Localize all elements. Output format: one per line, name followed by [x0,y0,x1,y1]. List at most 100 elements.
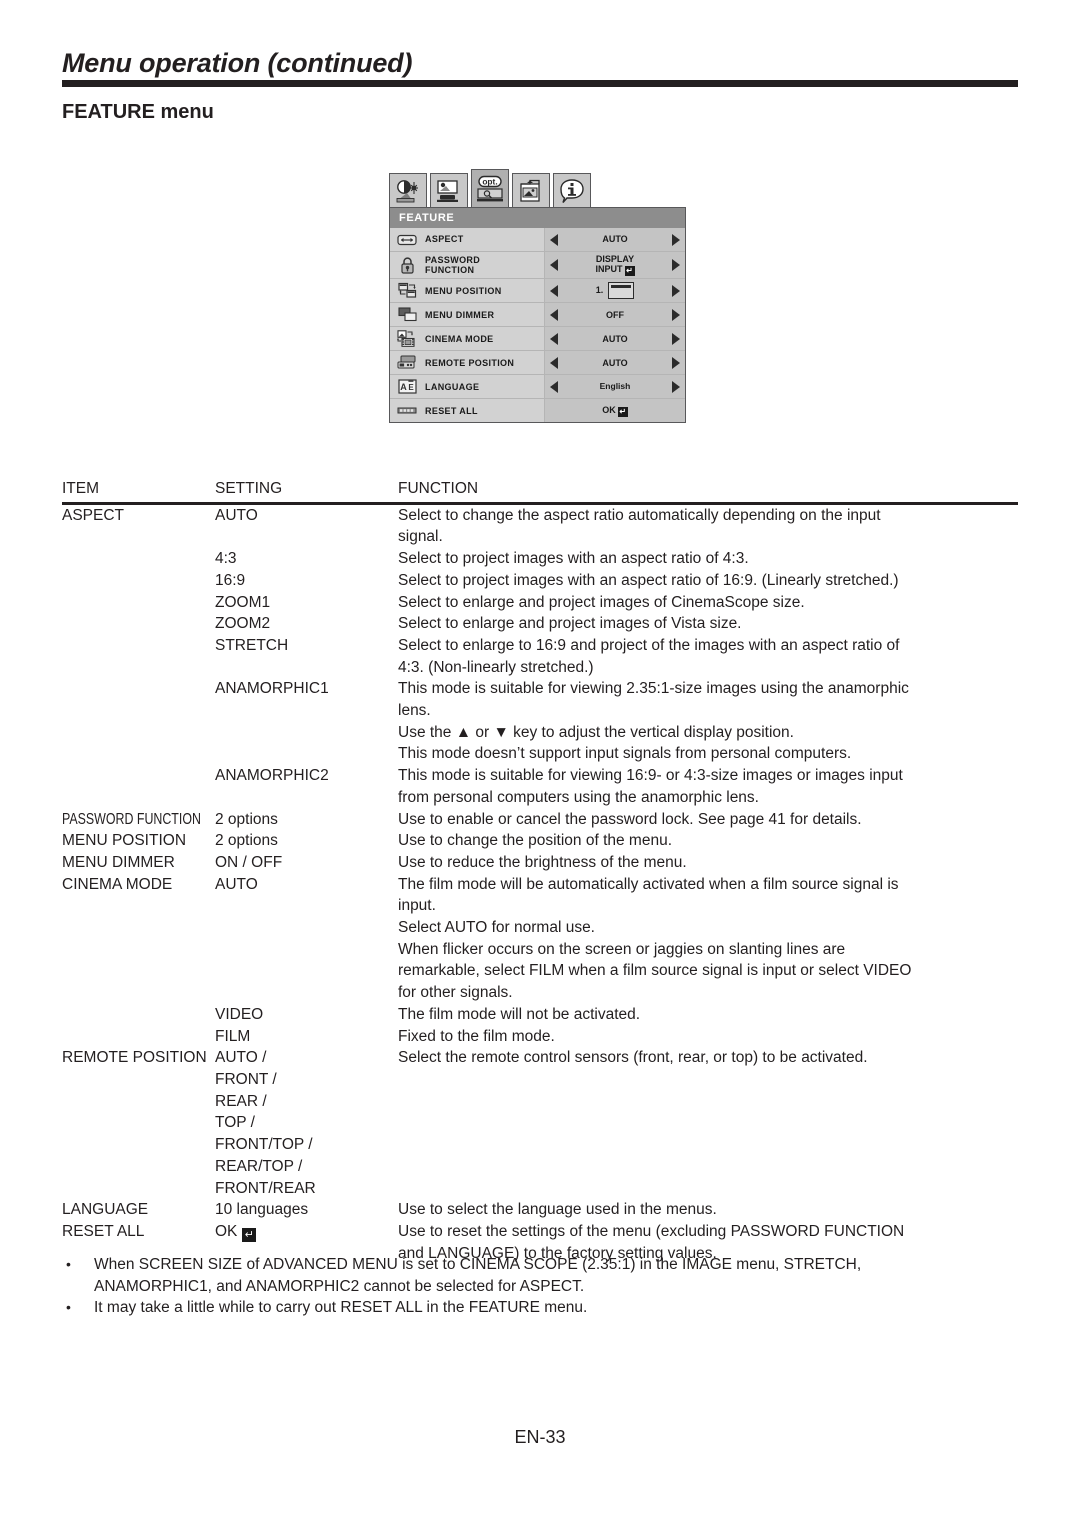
cell-item: PASSWORD FUNCTION [62,809,215,831]
svg-text:A: A [400,382,407,392]
right-arrow-icon[interactable] [672,308,680,321]
osd-row-left: REMOTE POSITION [390,351,544,375]
osd-row-left: ASPECT [390,228,544,251]
left-arrow-icon[interactable] [550,308,558,321]
osd-row-cinema-mode[interactable]: CINEMA MODE AUTO [390,326,685,351]
table-row: REMOTE POSITION AUTO / FRONT / REAR / TO… [62,1047,1018,1199]
cell-item [62,635,215,678]
section-title: FEATURE menu [62,101,214,123]
right-arrow-icon[interactable] [672,380,680,393]
cell-setting: VIDEO [215,1005,264,1023]
left-arrow-icon[interactable] [550,332,558,345]
osd-row-right[interactable]: 1. [544,279,685,303]
note-item: • When SCREEN SIZE of ADVANCED MENU is s… [62,1254,1018,1297]
cell-setting: ANAMORPHIC1 [215,680,329,698]
osd-row-value: DISPLAY INPUT ↵ [558,254,672,277]
osd-row-left: MENU DIMMER [390,303,544,327]
info-icon [560,178,584,203]
osd-row-remote-position[interactable]: REMOTE POSITION AUTO [390,350,685,375]
table-row: ANAMORPHIC2 This mode is suitable for vi… [62,765,1018,808]
osd-row-language[interactable]: A E LANGUAGE English [390,374,685,399]
osd-row-left: RESET ALL [390,399,544,423]
cell-setting: 16:9 [215,571,246,589]
cell-item [62,765,215,808]
installation-icon [437,179,458,202]
cell-setting: 10 languages [215,1201,309,1219]
osd-row-right[interactable]: English [544,375,685,399]
osd-row-aspect[interactable]: ASPECT AUTO [390,228,685,251]
column-header-setting: SETTING [215,480,283,497]
svg-text:opt.: opt. [482,176,497,186]
installation-tab[interactable] [430,173,468,207]
osd-row-left: A E LANGUAGE [390,375,544,399]
cell-function: Use to select the language used in the m… [398,1201,717,1219]
right-arrow-icon[interactable] [672,233,680,246]
osd-row-value: OK ↵ [550,405,680,417]
document-page: Menu operation (continued) FEATURE menu [0,0,1080,1527]
left-arrow-icon[interactable] [550,380,558,393]
information-tab[interactable] [553,173,591,207]
cell-item [62,678,215,765]
cell-setting-text: OK [215,1222,238,1240]
table-row: ZOOM1 Select to enlarge and project imag… [62,592,1018,614]
option-tab[interactable]: opt. [471,169,509,207]
opt-icon: opt. [477,175,503,201]
left-arrow-icon[interactable] [550,233,558,246]
table-row: STRETCH Select to enlarge to 16:9 and pr… [62,635,1018,678]
cell-item-text: PASSWORD FUNCTION [62,810,201,828]
osd-row-right[interactable]: AUTO [544,327,685,351]
osd-row-right[interactable]: AUTO [544,228,685,251]
cell-function: Use to change the position of the menu. [398,832,673,850]
cell-function: Select to enlarge to 16:9 and project of… [398,636,900,676]
column-header-function: FUNCTION [398,480,479,497]
osd-row-reset-all[interactable]: RESET ALL OK ↵ [390,398,685,423]
image-tab[interactable] [389,173,427,207]
osd-row-value: OFF [606,309,624,320]
menu-position-icon [396,282,418,299]
cell-function: Select to project images with an aspect … [398,550,749,568]
option2-tab[interactable] [512,173,550,207]
contrast-icon [396,179,418,202]
lock-icon [396,257,418,274]
cell-setting: 4:3 [215,550,237,568]
table-row: 16:9 Select to project images with an as… [62,570,1018,592]
osd-row-label: MENU DIMMER [425,309,495,320]
cell-item: MENU DIMMER [62,853,175,871]
osd-row-right[interactable]: DISPLAY INPUT ↵ [544,252,685,279]
osd-row-menu-position[interactable]: MENU POSITION 1. [390,278,685,303]
cell-item: MENU POSITION [62,832,187,850]
cell-item [62,1026,215,1048]
right-arrow-icon[interactable] [672,284,680,297]
osd-row-menu-dimmer[interactable]: MENU DIMMER OFF [390,302,685,327]
note-item: • It may take a little while to carry ou… [62,1297,1018,1319]
osd-row-right[interactable]: OK ↵ [544,399,685,423]
cell-item [62,548,215,570]
enter-key-icon: ↵ [242,1227,257,1242]
osd-menu-figure: opt. FEATURE ASPECT AUTO PASSWORD FUNCTI… [389,169,686,424]
osd-rows: ASPECT AUTO PASSWORD FUNCTION DISPLAY IN… [389,228,686,424]
osd-row-label: PASSWORD FUNCTION [425,255,481,276]
osd-row-password-function[interactable]: PASSWORD FUNCTION DISPLAY INPUT ↵ [390,251,685,279]
cell-function: Select the remote control sensors (front… [398,1049,868,1067]
osd-tab-strip: opt. [389,169,686,207]
right-arrow-icon[interactable] [672,332,680,345]
left-arrow-icon[interactable] [550,259,558,272]
page-number: EN-33 [514,1427,566,1447]
osd-row-right[interactable]: OFF [544,303,685,327]
cell-setting: STRETCH [215,636,289,654]
osd-row-value: AUTO [602,234,628,245]
cell-function: The film mode will be automatically acti… [398,875,912,1002]
cell-item [62,570,215,592]
osd-row-value: AUTO [602,357,628,368]
right-arrow-icon[interactable] [672,259,680,272]
cell-setting: ON / OFF [215,853,283,871]
svg-text:E: E [408,383,414,392]
osd-row-right[interactable]: AUTO [544,351,685,375]
osd-row-value-text: OK [602,404,616,415]
notes-list: • When SCREEN SIZE of ADVANCED MENU is s… [62,1254,1018,1319]
table-row: MENU POSITION 2 options Use to change th… [62,830,1018,852]
left-arrow-icon[interactable] [550,356,558,369]
left-arrow-icon[interactable] [550,284,558,297]
menu-position-preview-icon [608,282,635,300]
right-arrow-icon[interactable] [672,356,680,369]
